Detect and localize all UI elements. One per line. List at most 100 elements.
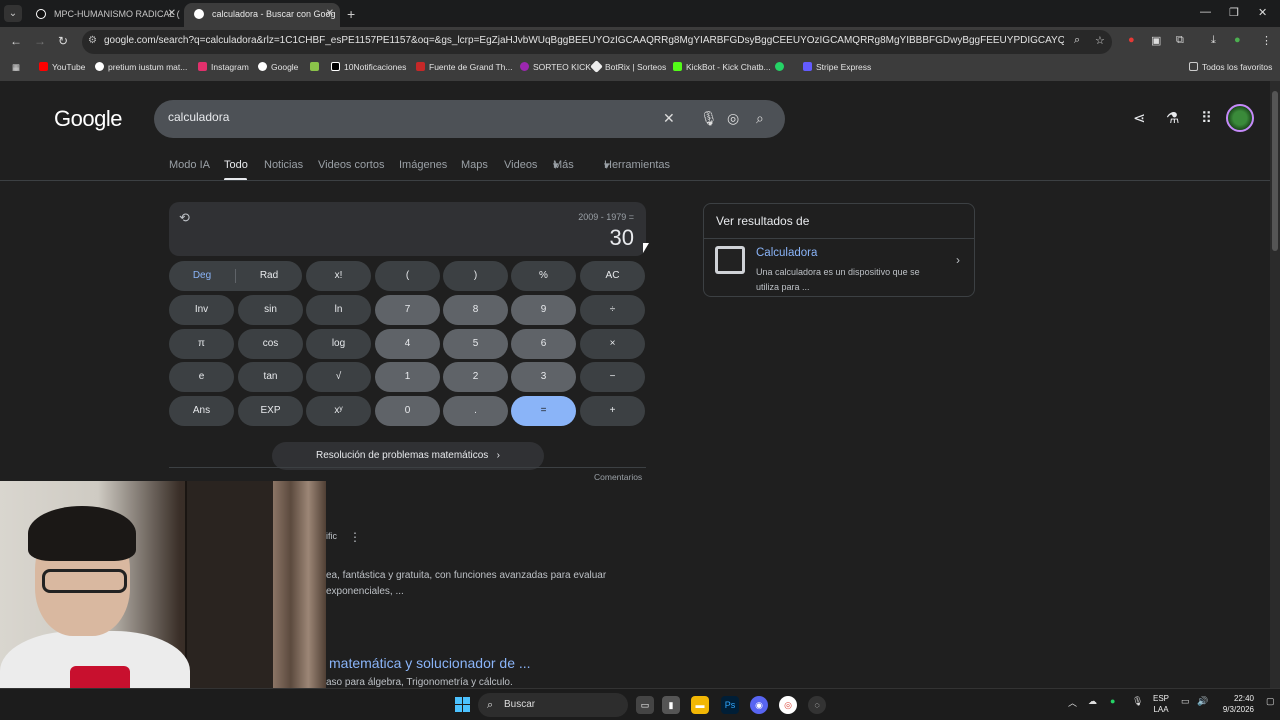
microphone-icon[interactable]: 🎙: [700, 110, 718, 127]
ans-button[interactable]: Ans: [169, 396, 234, 426]
bookmark-item[interactable]: YouTube: [39, 62, 85, 72]
browser-tab-active[interactable]: calculadora - Buscar con Goog ✕: [184, 3, 340, 27]
tab-short-videos[interactable]: Videos cortos: [318, 159, 384, 171]
bookmark-item[interactable]: [775, 62, 788, 72]
bookmark-item[interactable]: pretium iustum mat...: [95, 62, 187, 72]
share-icon[interactable]: ⋖: [1133, 109, 1146, 127]
tray-app-icon[interactable]: ●: [1110, 696, 1115, 706]
tab-videos[interactable]: Videos: [504, 159, 537, 171]
digit-6-button[interactable]: 6: [511, 329, 576, 359]
browser-tab[interactable]: MPC-HUMANISMO RADICAL ( ✕: [26, 3, 182, 27]
decimal-button[interactable]: .: [443, 396, 508, 426]
close-paren-button[interactable]: ): [443, 261, 508, 291]
digit-7-button[interactable]: 7: [375, 295, 440, 325]
tab-images[interactable]: Imágenes: [399, 159, 447, 171]
discord-icon[interactable]: ◉: [750, 696, 768, 714]
page-scrollbar[interactable]: [1270, 81, 1280, 688]
digit-5-button[interactable]: 5: [443, 329, 508, 359]
volume-icon[interactable]: 🔊: [1197, 696, 1208, 707]
search-box[interactable]: ✕ 🎙 ◎ ⌕: [154, 100, 785, 138]
bookmark-item[interactable]: Google: [258, 62, 298, 72]
new-tab-button[interactable]: +: [347, 6, 355, 22]
photoshop-icon[interactable]: Ps: [721, 696, 739, 714]
equals-button[interactable]: =: [511, 396, 576, 426]
comments-link[interactable]: Comentarios: [594, 472, 642, 482]
bookmark-item[interactable]: [310, 62, 323, 72]
more-options-icon[interactable]: ⋮: [349, 530, 361, 544]
result-link[interactable]: matemática y solucionador de ...: [329, 655, 531, 671]
back-icon[interactable]: ←: [10, 34, 22, 48]
bookmark-item[interactable]: Instagram: [198, 62, 249, 72]
pi-button[interactable]: π: [169, 329, 234, 359]
puzzle-icon[interactable]: ⧉: [1176, 34, 1184, 47]
all-bookmarks[interactable]: Todos los favoritos: [1189, 62, 1272, 72]
divide-button[interactable]: ÷: [580, 295, 645, 325]
bookmark-item[interactable]: 10Notificaciones: [331, 62, 406, 72]
apps-icon[interactable]: ▦: [12, 62, 20, 73]
sqrt-button[interactable]: √: [306, 362, 371, 392]
google-logo[interactable]: Google: [54, 106, 122, 132]
tab-ai-mode[interactable]: Modo IA: [169, 159, 210, 171]
window-close-icon[interactable]: ✕: [1258, 6, 1267, 19]
bookmark-item[interactable]: SORTEO KICK: [520, 62, 591, 72]
scrollbar-thumb[interactable]: [1272, 91, 1278, 251]
obs-icon[interactable]: ◌: [808, 696, 826, 714]
chrome-icon[interactable]: ◎: [779, 696, 797, 714]
lens-icon[interactable]: ◎: [727, 110, 739, 127]
math-solver-button[interactable]: Resolución de problemas matemáticos ›: [272, 442, 544, 470]
show-hidden-icons[interactable]: ︿: [1068, 696, 1077, 709]
chevron-right-icon[interactable]: ›: [956, 253, 960, 267]
forward-icon[interactable]: →: [34, 34, 46, 48]
rad-button[interactable]: Rad: [236, 261, 302, 291]
tan-button[interactable]: tan: [238, 362, 303, 392]
search-input[interactable]: [168, 110, 648, 124]
open-paren-button[interactable]: (: [375, 261, 440, 291]
input-language[interactable]: ESP LAA: [1153, 693, 1169, 715]
log-button[interactable]: log: [306, 329, 371, 359]
cos-button[interactable]: cos: [238, 329, 303, 359]
site-info-icon[interactable]: ⚙: [88, 35, 97, 46]
digit-9-button[interactable]: 9: [511, 295, 576, 325]
digit-2-button[interactable]: 2: [443, 362, 508, 392]
bookmark-star-icon[interactable]: ☆: [1095, 34, 1105, 47]
notifications-icon[interactable]: ▢: [1266, 696, 1275, 707]
power-button[interactable]: xʸ: [306, 396, 371, 426]
add-button[interactable]: +: [580, 396, 645, 426]
percent-button[interactable]: %: [511, 261, 576, 291]
history-icon[interactable]: ⟲: [179, 210, 190, 226]
subtract-button[interactable]: −: [580, 362, 645, 392]
file-explorer-icon[interactable]: ▬: [691, 696, 709, 714]
url-text[interactable]: google.com/search?q=calculadora&rlz=1C1C…: [104, 35, 1064, 46]
address-bar[interactable]: ⚙ google.com/search?q=calculadora&rlz=1C…: [82, 30, 1112, 54]
avatar[interactable]: [1226, 104, 1254, 132]
apps-grid-icon[interactable]: ⠿: [1201, 109, 1212, 127]
zoom-icon[interactable]: ⌕: [1074, 34, 1080, 47]
reload-icon[interactable]: ↻: [58, 34, 68, 48]
factorial-button[interactable]: x!: [306, 261, 371, 291]
inv-button[interactable]: Inv: [169, 295, 234, 325]
minimize-icon[interactable]: —: [1200, 6, 1211, 18]
menu-icon[interactable]: ⋮: [1261, 34, 1272, 47]
app-icon[interactable]: ▮: [662, 696, 680, 714]
exp-button[interactable]: EXP: [238, 396, 303, 426]
tab-maps[interactable]: Maps: [461, 159, 488, 171]
tab-news[interactable]: Noticias: [264, 159, 303, 171]
microphone-icon[interactable]: 🎙: [1132, 696, 1143, 707]
bookmark-item[interactable]: KickBot - Kick Chatb...: [673, 62, 771, 72]
windows-start-icon[interactable]: [455, 697, 471, 713]
download-icon[interactable]: ⤓: [1211, 34, 1216, 47]
taskbar-search[interactable]: ⌕ Buscar: [478, 693, 628, 717]
digit-0-button[interactable]: 0: [375, 396, 440, 426]
ln-button[interactable]: ln: [306, 295, 371, 325]
digit-8-button[interactable]: 8: [443, 295, 508, 325]
search-icon[interactable]: ⌕: [756, 110, 764, 127]
bookmark-item[interactable]: Fuente de Grand Th...: [416, 62, 512, 72]
sin-button[interactable]: sin: [238, 295, 303, 325]
bookmark-item[interactable]: BotRix | Sorteos: [590, 60, 666, 73]
network-icon[interactable]: ▭: [1181, 696, 1190, 707]
tab-all[interactable]: Todo: [224, 159, 248, 171]
labs-icon[interactable]: ⚗: [1166, 109, 1179, 127]
digit-4-button[interactable]: 4: [375, 329, 440, 359]
clear-icon[interactable]: ✕: [663, 110, 675, 127]
bookmark-item[interactable]: Stripe Express: [803, 62, 871, 72]
